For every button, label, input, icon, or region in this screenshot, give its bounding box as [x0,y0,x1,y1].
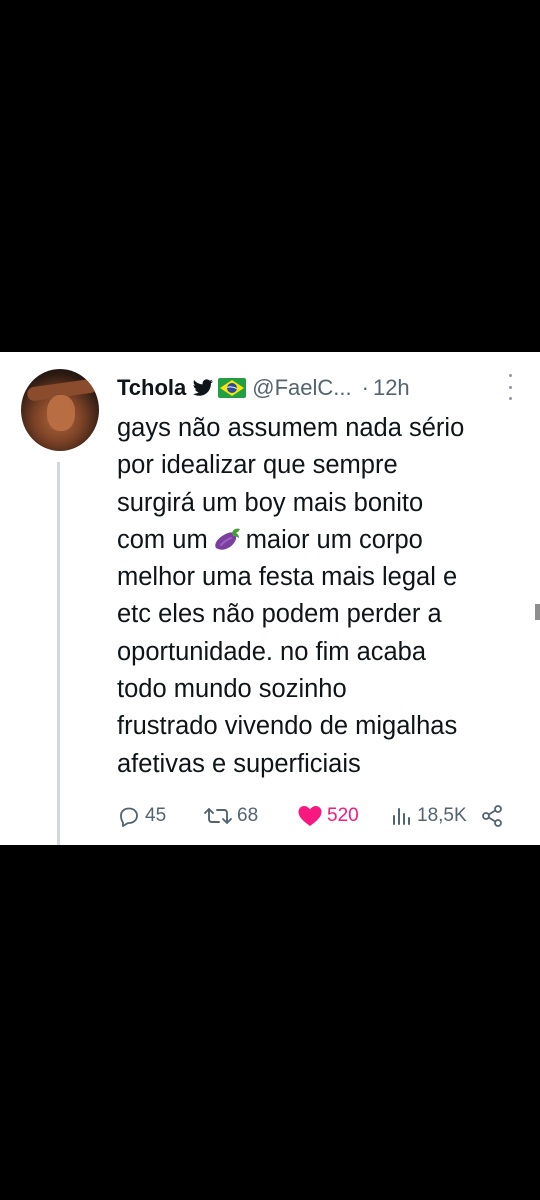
separator-dot: · [361,375,369,400]
scrollbar-thumb[interactable] [535,604,540,620]
author-handle[interactable]: @FaelC... [252,375,351,401]
avatar-face [47,395,75,431]
tweet-line: por idealizar que sempre [117,451,398,480]
retweet-icon [204,808,232,824]
share-icon [482,805,502,827]
tweet-line-prefix: com um [117,525,208,554]
views-icon [393,808,410,825]
tweet-line: gays não assumem nada sério [117,414,465,442]
bird-icon [193,379,214,396]
thread-line [57,462,60,845]
tweet-line: frustrado vivendo de migalhas [117,712,458,741]
like-button[interactable]: 520 [297,804,359,828]
more-vertical-icon[interactable] [506,374,514,400]
tweet-time[interactable]: 12h [373,375,410,401]
tweet-card[interactable]: Tchola @FaelC... · 12h gays não assumem … [0,352,540,845]
reply-icon [120,807,138,827]
share-button[interactable] [480,804,508,828]
view-count: 18,5K [417,805,467,826]
heart-icon [298,806,322,826]
author-name[interactable]: Tchola [117,375,186,401]
avatar[interactable] [21,369,99,451]
reply-button[interactable]: 45 [117,804,166,828]
tweet-line: afetivas e superficiais [117,749,361,778]
tweet-line: melhor uma festa mais legal e [117,563,458,592]
tweet-line-suffix: maior um corpo [245,525,423,554]
eggplant-emoji [214,528,240,550]
retweet-button[interactable]: 68 [203,804,258,828]
tweet-line: oportunidade. no fim acaba [117,637,427,666]
tweet-line: surgirá um boy mais bonito [117,488,424,517]
tweet-line: etc eles não podem perder a [117,600,442,629]
reply-count: 45 [145,805,167,826]
tweet-header: Tchola @FaelC... · 12h [117,373,410,403]
tweet-line: todo mundo sozinho [117,675,347,704]
like-count: 520 [327,805,359,826]
tweet-line-with-emoji: com um maior um corpo [117,522,527,559]
brazil-flag-icon [218,378,247,398]
tweet-actions: 45 68 520 18,5K [117,804,517,834]
tweet-text: gays não assumem nada sério por idealiza… [117,410,527,783]
views-button[interactable]: 18,5K [391,804,467,828]
retweet-count: 68 [237,805,259,826]
